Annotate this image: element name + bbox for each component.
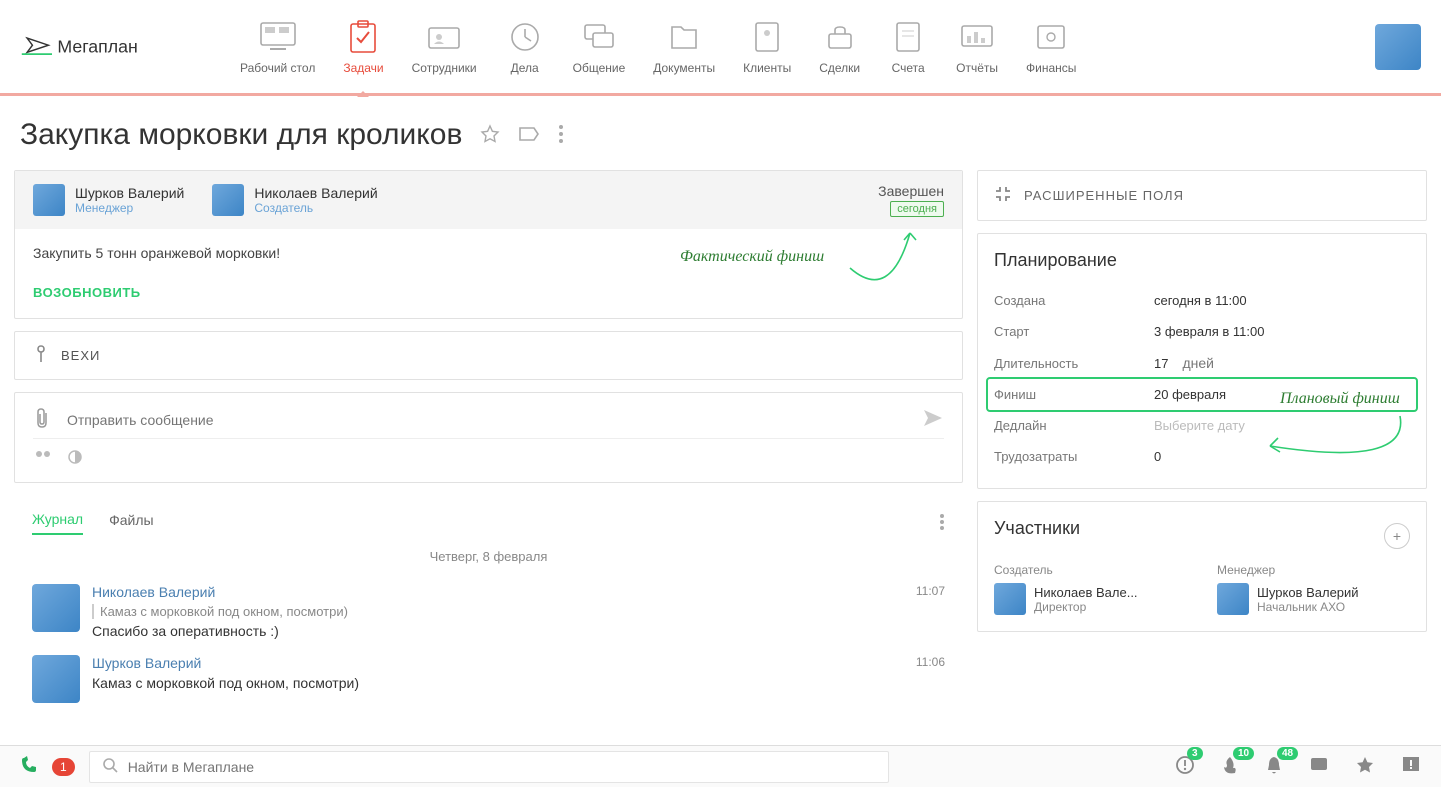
more-icon[interactable] bbox=[558, 124, 564, 147]
journal-entry: Шурков Валерий Камаз с морковкой под окн… bbox=[14, 647, 963, 711]
bottom-bar: 1 3 10 48 bbox=[0, 745, 1441, 787]
tab-files[interactable]: Файлы bbox=[109, 512, 153, 534]
nav-reports[interactable]: Отчёты bbox=[956, 19, 998, 75]
fire-icon[interactable]: 10 bbox=[1221, 755, 1239, 778]
bottom-search-input[interactable] bbox=[128, 759, 876, 775]
status-box: Завершен сегодня bbox=[878, 183, 944, 217]
nav-deals[interactable]: Дела bbox=[505, 19, 545, 75]
chat-icon[interactable] bbox=[1309, 756, 1329, 777]
avatar bbox=[212, 184, 244, 216]
journal-section: Журнал Файлы Четверг, 8 февраля Николаев… bbox=[14, 495, 963, 711]
expand-fields-button[interactable]: РАСШИРЕННЫЕ ПОЛЯ bbox=[977, 170, 1427, 221]
phone-icon[interactable] bbox=[20, 756, 38, 777]
field-deadline[interactable]: ДедлайнВыберите дату bbox=[994, 410, 1410, 441]
milestones-card[interactable]: ВЕХИ bbox=[14, 331, 963, 380]
feedback-icon[interactable] bbox=[1401, 755, 1421, 778]
bell-icon[interactable]: 48 bbox=[1265, 755, 1283, 778]
page-title: Закупка морковки для кроликов bbox=[20, 118, 462, 152]
nav-chat[interactable]: Общение bbox=[573, 19, 626, 75]
resume-button[interactable]: ВОЗОБНОВИТЬ bbox=[33, 285, 944, 300]
send-icon[interactable] bbox=[922, 408, 944, 431]
nav-trades[interactable]: Сделки bbox=[819, 19, 860, 75]
nav-employees[interactable]: Сотрудники bbox=[412, 19, 477, 75]
participant-manager[interactable]: Шурков ВалерийНачальник АХО bbox=[1217, 583, 1410, 615]
nav-desktop[interactable]: Рабочий стол bbox=[240, 19, 315, 75]
nav-clients[interactable]: Клиенты bbox=[743, 19, 791, 75]
phone-badge[interactable]: 1 bbox=[52, 758, 75, 776]
task-card: Шурков Валерий Менеджер Николаев Валерий… bbox=[14, 170, 963, 319]
title-row: Закупка морковки для кроликов bbox=[0, 96, 1441, 170]
participants-card: Участники + Создатель Николаев Вале...Ди… bbox=[977, 501, 1427, 632]
nav-documents[interactable]: Документы bbox=[653, 19, 715, 75]
creator-block[interactable]: Николаев Валерий Создатель bbox=[212, 183, 377, 217]
field-start[interactable]: Старт3 февраля в 11:00 bbox=[994, 316, 1410, 347]
status-badge: сегодня bbox=[890, 201, 944, 217]
nav-tasks[interactable]: Задачи bbox=[343, 19, 383, 75]
bottom-search[interactable] bbox=[89, 751, 889, 783]
avatar[interactable] bbox=[32, 655, 80, 703]
attach-icon[interactable] bbox=[33, 407, 51, 432]
search-icon bbox=[102, 757, 118, 776]
nav-invoices[interactable]: Счета bbox=[888, 19, 928, 75]
journal-entry: Николаев Валерий Камаз с морковкой под о… bbox=[14, 576, 963, 647]
nav-finance[interactable]: Финансы bbox=[1026, 19, 1076, 75]
manager-block[interactable]: Шурков Валерий Менеджер bbox=[33, 183, 184, 217]
task-description: Закупить 5 тонн оранжевой морковки! bbox=[33, 245, 944, 261]
field-created: Созданасегодня в 11:00 bbox=[994, 285, 1410, 316]
add-participant-button[interactable]: + bbox=[1384, 523, 1410, 549]
avatar bbox=[1217, 583, 1249, 615]
avatar bbox=[33, 184, 65, 216]
field-duration[interactable]: Длительность17дней bbox=[994, 347, 1410, 379]
svg-text:Мегаплан: Мегаплан bbox=[57, 36, 138, 56]
people-icon[interactable] bbox=[33, 449, 53, 468]
participant-creator[interactable]: Николаев Вале...Директор bbox=[994, 583, 1187, 615]
milestone-icon bbox=[33, 344, 49, 367]
message-input[interactable] bbox=[67, 412, 906, 428]
top-navigation: Мегаплан Рабочий стол Задачи Сотрудники … bbox=[0, 0, 1441, 96]
alert-icon[interactable]: 3 bbox=[1175, 755, 1195, 778]
logo[interactable]: Мегаплан bbox=[20, 29, 180, 65]
tab-more-icon[interactable] bbox=[939, 513, 945, 534]
task-header: Шурков Валерий Менеджер Николаев Валерий… bbox=[15, 171, 962, 229]
participants-title: Участники bbox=[994, 518, 1080, 539]
field-finish[interactable]: Финиш20 февраля bbox=[988, 379, 1416, 410]
visibility-icon[interactable] bbox=[67, 449, 83, 468]
planning-card: Планирование Созданасегодня в 11:00 Стар… bbox=[977, 233, 1427, 489]
tab-journal[interactable]: Журнал bbox=[32, 511, 83, 535]
tag-icon[interactable] bbox=[518, 125, 540, 146]
avatar bbox=[994, 583, 1026, 615]
field-labor[interactable]: Трудозатраты0 bbox=[994, 441, 1410, 472]
expand-icon bbox=[994, 185, 1012, 206]
journal-date: Четверг, 8 февраля bbox=[14, 541, 963, 576]
user-avatar[interactable] bbox=[1375, 24, 1421, 70]
planning-title: Планирование bbox=[994, 250, 1410, 271]
message-box bbox=[14, 392, 963, 483]
star-icon[interactable] bbox=[480, 124, 500, 147]
avatar[interactable] bbox=[32, 584, 80, 632]
favorite-icon[interactable] bbox=[1355, 755, 1375, 778]
